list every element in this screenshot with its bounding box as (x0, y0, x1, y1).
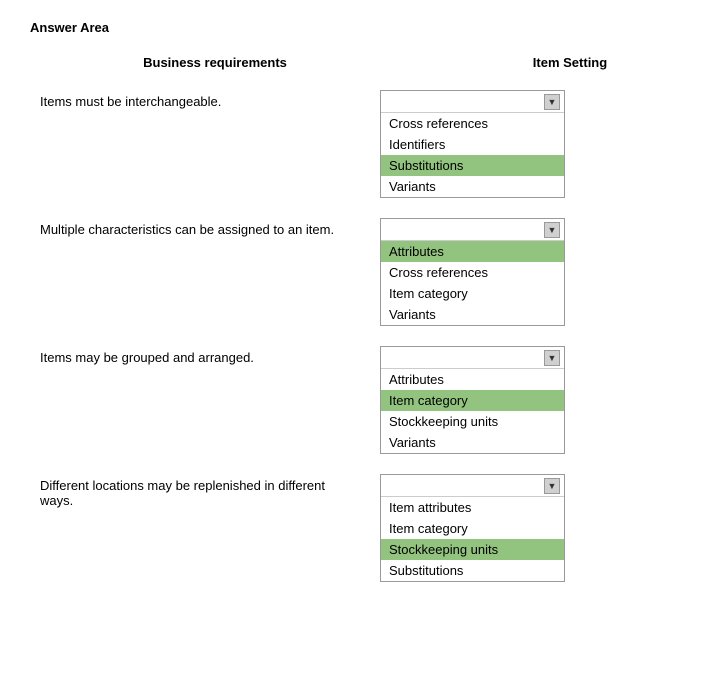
business-requirement-4: Different locations may be replenished i… (40, 474, 380, 508)
dropdown-3[interactable]: ▼ AttributesItem categoryStockkeeping uni… (380, 346, 565, 454)
dropdown-2[interactable]: ▼ AttributesCross referencesItem category… (380, 218, 565, 326)
business-requirements-header: Business requirements (40, 55, 470, 70)
dropdown-4[interactable]: ▼ Item attributesItem categoryStockkeepin… (380, 474, 565, 582)
qa-row-4: Different locations may be replenished i… (30, 474, 680, 582)
dropdown-item-4-1[interactable]: Item attributes (381, 497, 564, 518)
dropdown-item-4-2[interactable]: Item category (381, 518, 564, 539)
dropdown-list-2: AttributesCross referencesItem categoryV… (381, 241, 564, 325)
dropdown-item-3-4[interactable]: Variants (381, 432, 564, 453)
dropdown-header-3[interactable]: ▼ (381, 347, 564, 369)
qa-row-1: Items must be interchangeable. ▼ Cross ref… (30, 90, 680, 198)
dropdown-item-2-4[interactable]: Variants (381, 304, 564, 325)
chevron-down-icon[interactable]: ▼ (544, 478, 560, 494)
business-requirement-1: Items must be interchangeable. (40, 90, 380, 109)
chevron-down-icon[interactable]: ▼ (544, 94, 560, 110)
dropdown-item-2-3[interactable]: Item category (381, 283, 564, 304)
dropdown-header-4[interactable]: ▼ (381, 475, 564, 497)
dropdown-item-1-3[interactable]: Substitutions (381, 155, 564, 176)
business-requirement-3: Items may be grouped and arranged. (40, 346, 380, 365)
dropdown-list-1: Cross referencesIdentifiersSubstitutions… (381, 113, 564, 197)
dropdown-item-4-4[interactable]: Substitutions (381, 560, 564, 581)
dropdown-item-2-1[interactable]: Attributes (381, 241, 564, 262)
dropdown-item-1-1[interactable]: Cross references (381, 113, 564, 134)
chevron-down-icon[interactable]: ▼ (544, 350, 560, 366)
dropdown-list-4: Item attributesItem categoryStockkeeping… (381, 497, 564, 581)
dropdown-item-2-2[interactable]: Cross references (381, 262, 564, 283)
qa-row-2: Multiple characteristics can be assigned… (30, 218, 680, 326)
dropdown-header-1[interactable]: ▼ (381, 91, 564, 113)
dropdown-1[interactable]: ▼ Cross referencesIdentifiersSubstitution… (380, 90, 565, 198)
business-requirement-2: Multiple characteristics can be assigned… (40, 218, 380, 237)
dropdown-item-4-3[interactable]: Stockkeeping units (381, 539, 564, 560)
item-setting-header: Item Setting (470, 55, 670, 70)
dropdown-item-1-4[interactable]: Variants (381, 176, 564, 197)
answer-area-title: Answer Area (30, 20, 680, 35)
chevron-down-icon[interactable]: ▼ (544, 222, 560, 238)
qa-row-3: Items may be grouped and arranged. ▼ Attri… (30, 346, 680, 454)
header-row: Business requirements Item Setting (30, 55, 680, 70)
dropdown-item-1-2[interactable]: Identifiers (381, 134, 564, 155)
dropdown-item-3-2[interactable]: Item category (381, 390, 564, 411)
dropdown-item-3-3[interactable]: Stockkeeping units (381, 411, 564, 432)
dropdown-list-3: AttributesItem categoryStockkeeping unit… (381, 369, 564, 453)
dropdown-header-2[interactable]: ▼ (381, 219, 564, 241)
dropdown-item-3-1[interactable]: Attributes (381, 369, 564, 390)
